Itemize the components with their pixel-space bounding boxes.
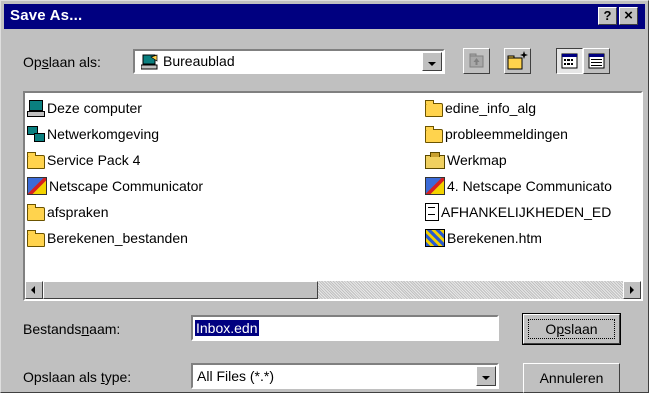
- save-button[interactable]: Opslaan: [522, 313, 621, 345]
- close-icon: ×: [624, 7, 633, 24]
- filename-value: Inbox.edn: [195, 320, 259, 336]
- close-button[interactable]: ×: [619, 7, 638, 25]
- webpage-icon: [425, 229, 445, 248]
- save-as-dialog: Save As... ? × Opslaan als: Bureaublad D…: [0, 0, 649, 393]
- filename-label: Bestandsnaam:: [23, 321, 121, 337]
- list-item[interactable]: Werkmap: [425, 149, 507, 171]
- document-icon: [425, 203, 439, 222]
- list-view-button[interactable]: [556, 48, 583, 74]
- cancel-button[interactable]: Annuleren: [523, 363, 620, 393]
- list-item[interactable]: probleemmeldingen: [425, 123, 568, 145]
- list-item[interactable]: Berekenen_bestanden: [27, 227, 188, 249]
- scroll-right-button[interactable]: [623, 281, 641, 299]
- list-item[interactable]: afspraken: [27, 201, 108, 223]
- focus-rectangle: [528, 319, 615, 339]
- netscape-icon: [425, 177, 445, 196]
- briefcase-icon: [425, 152, 445, 170]
- folder-icon: [425, 100, 443, 118]
- list-item[interactable]: AFHANKELIJKHEDEN_ED: [425, 201, 611, 223]
- up-folder-icon: [469, 53, 484, 68]
- file-type-label: Opslaan als type:: [23, 369, 132, 385]
- horizontal-scrollbar[interactable]: [25, 281, 641, 299]
- file-type-dropdown[interactable]: All Files (*.*): [191, 363, 499, 389]
- desktop-icon: [140, 54, 159, 70]
- up-one-level-button[interactable]: [463, 48, 490, 74]
- filename-input[interactable]: Inbox.edn: [191, 315, 499, 341]
- netscape-icon: [27, 177, 47, 196]
- title-bar[interactable]: Save As... ? ×: [4, 4, 645, 29]
- list-item[interactable]: 4. Netscape Communicato: [425, 175, 612, 197]
- save-in-dropdown-button[interactable]: [422, 52, 442, 71]
- list-item[interactable]: Service Pack 4: [27, 149, 140, 171]
- list-item[interactable]: edine_info_alg: [425, 97, 536, 119]
- list-item[interactable]: Deze computer: [27, 97, 142, 119]
- list-item[interactable]: Berekenen.htm: [425, 227, 542, 249]
- new-folder-icon: [507, 51, 528, 70]
- help-icon: ?: [603, 8, 612, 23]
- folder-icon: [425, 126, 443, 144]
- file-list[interactable]: Deze computer Netwerkomgeving Service Pa…: [23, 91, 643, 301]
- save-in-value: Bureaublad: [163, 53, 235, 69]
- list-item[interactable]: Netwerkomgeving: [27, 123, 159, 145]
- folder-icon: [27, 152, 45, 170]
- details-view-icon: [588, 53, 605, 69]
- network-icon: [27, 126, 45, 143]
- list-item[interactable]: Netscape Communicator: [27, 175, 203, 197]
- save-in-dropdown[interactable]: Bureaublad: [133, 49, 445, 74]
- folder-icon: [27, 230, 45, 248]
- help-button[interactable]: ?: [598, 7, 617, 25]
- computer-icon: [27, 100, 45, 118]
- details-view-button[interactable]: [583, 48, 610, 74]
- file-type-value: All Files (*.*): [197, 368, 275, 384]
- folder-icon: [27, 204, 45, 222]
- window-title: Save As...: [10, 7, 83, 24]
- scroll-left-button[interactable]: [25, 281, 43, 299]
- create-new-folder-button[interactable]: [504, 48, 531, 74]
- save-in-label: Opslaan als:: [23, 54, 101, 70]
- file-type-dropdown-button[interactable]: [476, 366, 496, 386]
- scrollbar-thumb[interactable]: [43, 281, 318, 299]
- list-view-icon: [561, 53, 578, 69]
